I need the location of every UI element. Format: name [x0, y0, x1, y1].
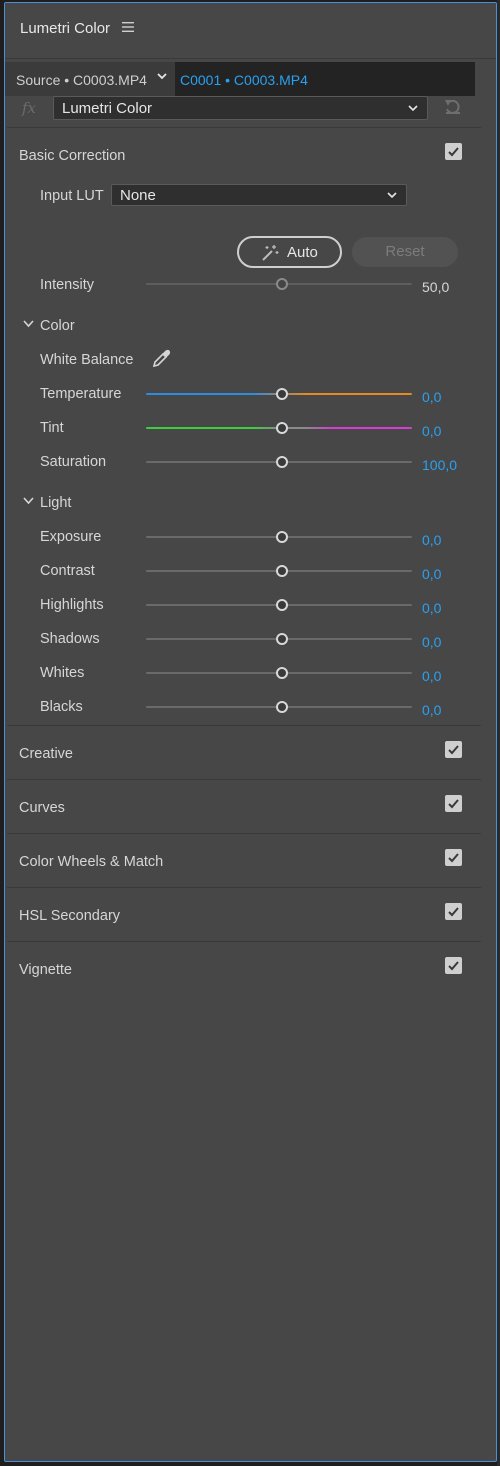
checkmark-icon: [448, 799, 459, 809]
temperature-value[interactable]: 0,0: [422, 389, 441, 405]
input-lut-label: Input LUT: [40, 188, 104, 204]
contrast-value[interactable]: 0,0: [422, 566, 441, 582]
reset-button[interactable]: Reset: [352, 237, 458, 267]
chevron-down-icon: [408, 105, 418, 112]
whites-value[interactable]: 0,0: [422, 668, 441, 684]
hamburger-icon[interactable]: [122, 22, 134, 32]
effect-select-label: Lumetri Color: [62, 100, 153, 117]
source-label[interactable]: Source • C0003.MP4: [16, 72, 147, 88]
slider-knob[interactable]: [276, 456, 288, 468]
divider: [7, 941, 481, 942]
auto-button[interactable]: Auto: [237, 236, 342, 268]
checkmark-icon: [448, 961, 459, 971]
checkmark-icon: [448, 907, 459, 917]
eyedropper-icon[interactable]: [151, 349, 171, 369]
hsl-secondary-checkbox[interactable]: [445, 903, 462, 920]
slider-knob[interactable]: [276, 388, 288, 400]
color-group-title[interactable]: Color: [40, 318, 75, 334]
exposure-label: Exposure: [40, 529, 102, 545]
input-lut-value: None: [120, 187, 156, 204]
divider: [7, 887, 481, 888]
fx-toggle-icon[interactable]: fx: [22, 99, 36, 117]
source-clip-bar: Source • C0003.MP4 C0001 • C0003.MP4: [5, 62, 475, 96]
exposure-value[interactable]: 0,0: [422, 532, 441, 548]
tint-value[interactable]: 0,0: [422, 423, 441, 439]
color-wheels-header[interactable]: Color Wheels & Match: [19, 854, 163, 870]
curves-checkbox[interactable]: [445, 795, 462, 812]
chevron-down-icon[interactable]: [155, 69, 169, 83]
slider-knob[interactable]: [276, 701, 288, 713]
exposure-slider[interactable]: [146, 530, 412, 544]
basic-correction-header[interactable]: Basic Correction: [19, 148, 125, 164]
reset-button-label: Reset: [385, 243, 425, 260]
checkmark-icon: [448, 147, 459, 157]
saturation-value[interactable]: 100,0: [422, 457, 457, 473]
shadows-slider[interactable]: [146, 632, 412, 646]
curves-header[interactable]: Curves: [19, 800, 65, 816]
chevron-down-icon: [387, 192, 397, 199]
panel-title: Lumetri Color: [20, 20, 111, 37]
shadows-label: Shadows: [40, 631, 100, 647]
highlights-value[interactable]: 0,0: [422, 600, 441, 616]
intensity-label: Intensity: [40, 277, 94, 293]
slider-knob[interactable]: [276, 633, 288, 645]
contrast-label: Contrast: [40, 563, 95, 579]
light-group-title[interactable]: Light: [40, 495, 71, 511]
basic-correction-checkbox[interactable]: [445, 143, 462, 160]
slider-knob[interactable]: [276, 599, 288, 611]
vignette-checkbox[interactable]: [445, 957, 462, 974]
color-wheels-checkbox[interactable]: [445, 849, 462, 866]
active-clip-tab[interactable]: C0001 • C0003.MP4: [175, 62, 475, 96]
creative-header[interactable]: Creative: [19, 746, 73, 762]
intensity-slider[interactable]: [146, 277, 412, 291]
whites-label: Whites: [40, 665, 85, 681]
slider-knob[interactable]: [276, 667, 288, 679]
divider: [7, 127, 481, 128]
highlights-slider[interactable]: [146, 598, 412, 612]
panel-titlebar: Lumetri Color: [5, 3, 496, 59]
temperature-label: Temperature: [40, 386, 122, 402]
whites-slider[interactable]: [146, 666, 412, 680]
divider: [7, 833, 481, 834]
divider: [7, 779, 481, 780]
white-balance-label: White Balance: [40, 352, 134, 368]
tint-label: Tint: [40, 420, 64, 436]
checkmark-icon: [448, 745, 459, 755]
lumetri-color-panel: Lumetri Color Source • C0003.MP4 C0001 •…: [4, 2, 497, 1462]
contrast-slider[interactable]: [146, 564, 412, 578]
blacks-label: Blacks: [40, 699, 83, 715]
tint-slider[interactable]: [146, 421, 412, 435]
blacks-value[interactable]: 0,0: [422, 702, 441, 718]
auto-button-label: Auto: [287, 244, 318, 261]
checkmark-icon: [448, 853, 459, 863]
divider: [7, 725, 481, 726]
input-lut-select[interactable]: None: [111, 184, 407, 206]
undo-icon[interactable]: [443, 97, 463, 117]
slider-knob[interactable]: [276, 422, 288, 434]
temperature-slider[interactable]: [146, 387, 412, 401]
slider-knob[interactable]: [276, 278, 288, 290]
slider-knob[interactable]: [276, 531, 288, 543]
shadows-value[interactable]: 0,0: [422, 634, 441, 650]
blacks-slider[interactable]: [146, 700, 412, 714]
active-clip-label: C0001 • C0003.MP4: [180, 72, 308, 88]
highlights-label: Highlights: [40, 597, 104, 613]
chevron-down-icon[interactable]: [23, 497, 34, 505]
effect-select[interactable]: Lumetri Color: [53, 96, 428, 120]
hsl-secondary-header[interactable]: HSL Secondary: [19, 908, 120, 924]
magic-wand-icon: [262, 245, 279, 261]
intensity-value[interactable]: 50,0: [422, 279, 449, 295]
chevron-down-icon[interactable]: [23, 320, 34, 328]
slider-knob[interactable]: [276, 565, 288, 577]
effect-row: fx Lumetri Color: [5, 96, 496, 126]
vignette-header[interactable]: Vignette: [19, 962, 72, 978]
saturation-slider[interactable]: [146, 455, 412, 469]
saturation-label: Saturation: [40, 454, 107, 470]
creative-checkbox[interactable]: [445, 741, 462, 758]
